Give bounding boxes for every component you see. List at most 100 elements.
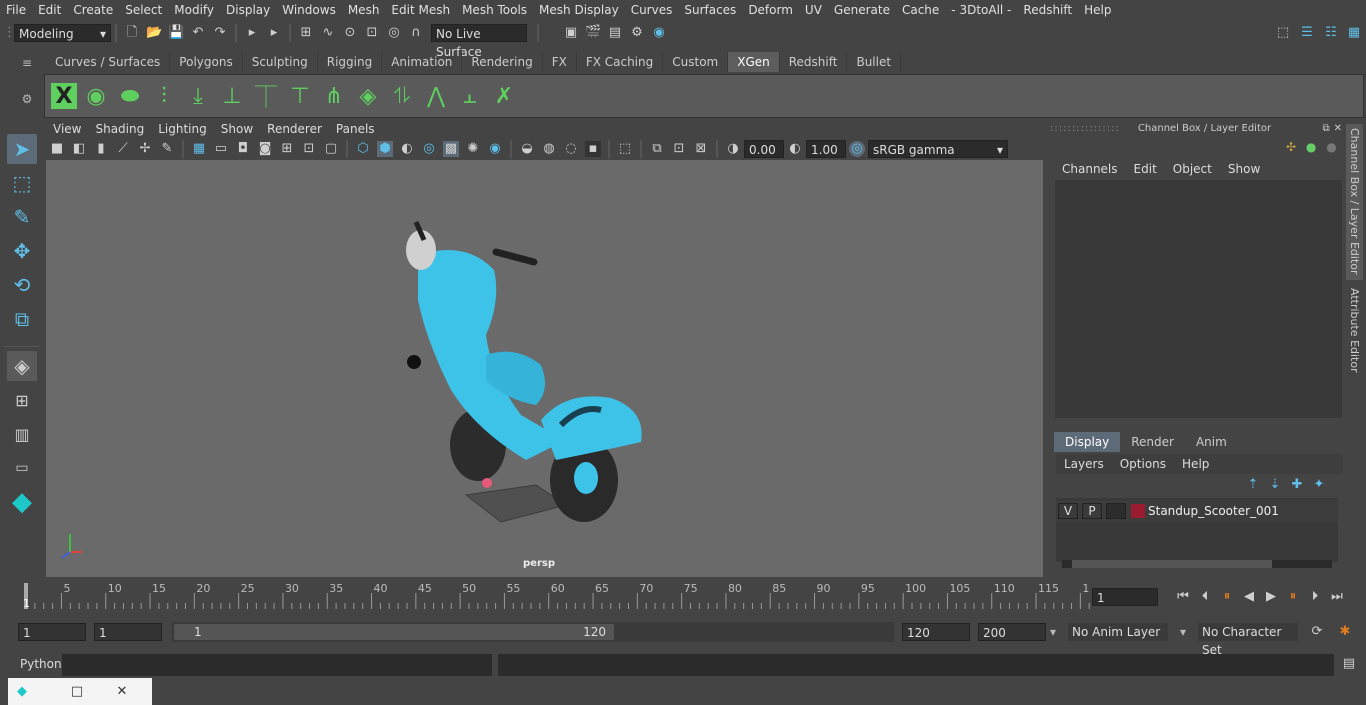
outliner-layout-icon[interactable]: ▥ [7,419,37,449]
xgen-preview-icon[interactable]: ◉ [81,81,111,111]
viewport-menu-view[interactable]: View [46,119,88,139]
select-tool-icon[interactable]: ➤ [7,134,37,164]
time-slider[interactable]: 5 10 15 20 25 30 35 40 45 50 55 60 65 70 75 80 85 90 95 100… [18,581,1090,611]
live-surface-field[interactable]: No Live Surface [431,24,527,59]
menu-redshift[interactable]: Redshift [1017,0,1078,20]
menu-3dtoall[interactable]: - 3DtoAll - [945,0,1017,20]
menu-file[interactable]: File [0,0,32,20]
ambient-occlusion-icon[interactable]: ◉ [487,141,503,157]
ipr-render-icon[interactable]: ▤ [607,25,623,41]
cb-menu-channels[interactable]: Channels [1054,162,1126,176]
xray-components-icon[interactable]: ⊡ [671,141,687,157]
render-settings-icon[interactable]: ⚙ [629,25,645,41]
chevron-down-icon[interactable]: ▾ [1050,625,1056,639]
expand-icon[interactable]: ▸ [244,25,260,41]
color-management-icon[interactable]: ◎ [849,141,865,157]
camera-icon[interactable]: ■ [49,141,65,157]
bookmark-icon[interactable]: ▮ [93,141,109,157]
move-tool-icon[interactable]: ✥ [7,236,37,266]
side-tab-attribute-editor[interactable]: Attribute Editor [1346,284,1363,382]
2d-pan-zoom-icon[interactable]: ✢ [137,141,153,157]
layer-menu-layers[interactable]: Layers [1056,454,1112,474]
menu-help[interactable]: Help [1078,0,1117,20]
menu-icon[interactable]: ≡ [20,56,34,70]
shelf-tab-redshift[interactable]: Redshift [780,52,848,72]
attribute-editor-icon[interactable]: ☷ [1323,25,1339,41]
float-icon[interactable]: ⧉ [1322,123,1329,134]
green-dot-icon[interactable]: ● [1306,140,1316,154]
color-space-dropdown[interactable]: sRGB gamma ▾ [868,140,1008,158]
film-gate-icon[interactable]: ▭ [213,141,229,157]
shelf-tab-fx[interactable]: FX [543,52,577,72]
step-back-key-icon[interactable]: ⏸ [1219,589,1235,605]
current-frame-field[interactable]: 1 [1092,588,1158,606]
scooter-model[interactable] [406,220,642,523]
new-layer-icon[interactable]: ✚ [1289,477,1305,493]
viewport-3d[interactable]: persp [46,160,1043,577]
snap-point-icon[interactable]: ⊙ [342,25,358,41]
layer-tab-render[interactable]: Render [1120,432,1185,452]
gray-dot-icon[interactable]: ● [1326,140,1336,154]
shelf-tab-bullet[interactable]: Bullet [847,52,902,72]
character-set-dropdown[interactable]: No Character Set [1198,623,1298,657]
shelf-tab-fx-caching[interactable]: FX Caching [577,52,664,72]
xray-icon[interactable]: ⬚ [617,141,633,157]
viewport-menu-panels[interactable]: Panels [329,119,382,139]
outliner-icon[interactable]: ☰ [1299,25,1315,41]
shelf-tab-curves-surfaces[interactable]: Curves / Surfaces [46,52,171,72]
tool-settings-icon[interactable]: ▦ [1346,25,1362,41]
xgen-clump-icon[interactable]: ⋀ [421,81,451,111]
mode-dropdown[interactable]: Modeling ▾ [14,24,111,42]
exposure-icon[interactable]: ◑ [725,141,741,157]
chevron-down-icon[interactable]: ▾ [1180,625,1186,639]
layer-display-type-toggle[interactable] [1106,503,1126,519]
close-icon[interactable]: ✕ [114,684,130,700]
scale-tool-icon[interactable]: ⧉ [7,304,37,334]
move-layer-down-icon[interactable]: ⇣ [1267,477,1283,493]
menu-mesh-display[interactable]: Mesh Display [533,0,625,20]
exposure-field[interactable]: 0.00 [744,140,784,158]
scene-start-field[interactable]: 1 [18,623,86,641]
shadows-icon[interactable]: ✺ [465,141,481,157]
magnet-icon[interactable]: ∩ [408,25,424,41]
viewport-menu-show[interactable]: Show [214,119,260,139]
four-view-icon[interactable]: ⊞ [7,385,37,415]
scene-end-field[interactable]: 200 [978,623,1046,641]
xgen-bend-icon[interactable]: ⥮ [387,81,417,111]
menu-surfaces[interactable]: Surfaces [678,0,742,20]
menu-modify[interactable]: Modify [168,0,220,20]
command-language-label[interactable]: Python [20,657,62,671]
paint-select-tool-icon[interactable]: ✎ [7,202,37,232]
viewport-menu-renderer[interactable]: Renderer [260,119,329,139]
field-chart-icon[interactable]: ⊞ [279,141,295,157]
step-back-icon[interactable]: ⏴ [1197,589,1213,605]
smooth-shade-icon[interactable]: ⬢ [377,141,393,157]
motion-blur-icon[interactable]: ◒ [519,141,535,157]
script-editor-icon[interactable]: ▤ [1341,656,1357,672]
textured-icon[interactable]: ◎ [421,141,437,157]
layer-name[interactable]: Standup_Scooter_001 [1148,504,1279,518]
backface-culling-icon[interactable]: ⊠ [693,141,709,157]
menu-select[interactable]: Select [119,0,168,20]
playback-end-field[interactable]: 120 [902,623,970,641]
shelf-tab-rendering[interactable]: Rendering [462,52,543,72]
layer-tab-anim[interactable]: Anim [1185,432,1238,452]
anim-layer-dropdown[interactable]: No Anim Layer [1068,623,1168,641]
xgen-editor-icon[interactable]: X [51,83,77,109]
menu-cache[interactable]: Cache [896,0,945,20]
xray-joints-icon[interactable]: ⧉ [649,141,665,157]
command-input[interactable] [62,654,492,676]
cb-menu-edit[interactable]: Edit [1126,162,1165,176]
manipulator-icon[interactable]: ✣ [1286,140,1296,154]
save-scene-icon[interactable]: 💾 [168,25,184,41]
workspace-icon[interactable]: ⬚ [1275,25,1291,41]
open-scene-icon[interactable]: 📂 [146,25,162,41]
wireframe-icon[interactable]: ⬡ [355,141,371,157]
new-scene-icon[interactable]: 🗋 [124,25,140,41]
go-to-end-icon[interactable]: ⏭ [1329,589,1345,605]
menu-edit-mesh[interactable]: Edit Mesh [385,0,456,20]
safe-action-icon[interactable]: ⊡ [301,141,317,157]
menu-mesh[interactable]: Mesh [342,0,386,20]
gate-mask-icon[interactable]: ◙ [257,141,273,157]
play-forwards-icon[interactable]: ▶ [1263,589,1279,605]
